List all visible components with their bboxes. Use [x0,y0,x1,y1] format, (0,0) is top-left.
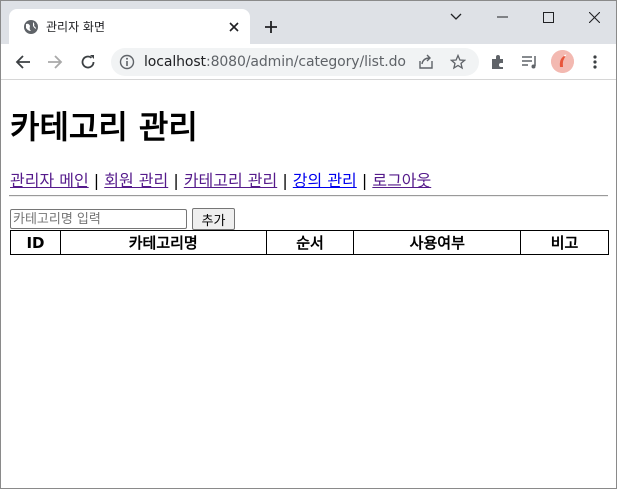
url-text[interactable]: localhost:8080/admin/category/list.do [144,54,406,70]
new-tab-button[interactable] [259,15,283,39]
kebab-menu-icon [593,55,597,69]
browser-window: 관리자 화면 localhost:8080/admin/category/lis… [0,0,617,489]
page-title: 카테고리 관리 [10,108,198,146]
close-icon[interactable] [225,18,243,36]
admin-nav: 관리자 메인 | 회원 관리 | 카테고리 관리 | 강의 관리 | 로그아웃 [10,167,431,191]
category-table: ID 카테고리명 순서 사용여부 비고 [10,230,609,255]
arrow-right-icon [48,55,63,69]
arrow-left-icon [15,55,30,69]
column-header-use-status: 사용여부 [353,230,522,255]
nav-link-categories[interactable]: 카테고리 관리 [184,171,277,190]
plus-icon [265,21,277,33]
category-name-input[interactable] [10,209,187,229]
add-button[interactable]: 추가 [192,208,235,230]
star-icon[interactable] [449,53,467,71]
maximize-button[interactable] [525,1,571,33]
nav-link-courses[interactable]: 강의 관리 [293,171,357,190]
globe-icon [23,19,39,35]
nav-separator: | [173,171,179,190]
forward-button[interactable] [43,50,67,74]
menu-button[interactable] [583,50,607,74]
reload-icon [81,55,95,69]
minimize-icon [496,16,508,18]
tab-title: 관리자 화면 [46,20,106,34]
column-header-category-name: 카테고리명 [59,230,267,255]
column-header-note: 비고 [520,230,609,255]
profile-avatar[interactable] [551,50,574,73]
reload-button[interactable] [76,50,100,74]
nav-link-admin-main[interactable]: 관리자 메인 [10,171,89,190]
url-host: localhost [144,54,206,70]
extensions-icon[interactable] [486,50,510,74]
page-content: 카테고리 관리 관리자 메인 | 회원 관리 | 카테고리 관리 | 강의 관리… [1,81,616,488]
close-window-button[interactable] [571,1,616,33]
url-path: :8080/admin/category/list.do [205,54,406,70]
back-button[interactable] [11,50,35,74]
tab-strip: 관리자 화면 [1,1,616,44]
column-header-id: ID [10,230,61,255]
avatar-icon [551,50,574,73]
close-icon [588,11,600,23]
divider [9,195,608,197]
column-header-order: 순서 [265,230,355,255]
minimize-button[interactable] [479,1,525,33]
share-icon[interactable] [417,53,435,71]
nav-separator: | [361,171,368,190]
chevron-down-icon [450,13,462,20]
table-header-row: ID 카테고리명 순서 사용여부 비고 [10,230,609,255]
tab-search-button[interactable] [433,1,479,33]
info-icon[interactable] [119,54,135,70]
tab-admin[interactable]: 관리자 화면 [9,9,250,44]
address-bar[interactable]: localhost:8080/admin/category/list.do [111,48,479,76]
nav-link-logout[interactable]: 로그아웃 [372,171,431,190]
nav-separator: | [93,171,100,190]
nav-separator: | [282,171,288,190]
maximize-icon [542,11,554,23]
nav-link-members[interactable]: 회원 관리 [104,171,168,190]
media-control-icon[interactable] [518,50,542,74]
browser-toolbar: localhost:8080/admin/category/list.do [1,44,616,80]
